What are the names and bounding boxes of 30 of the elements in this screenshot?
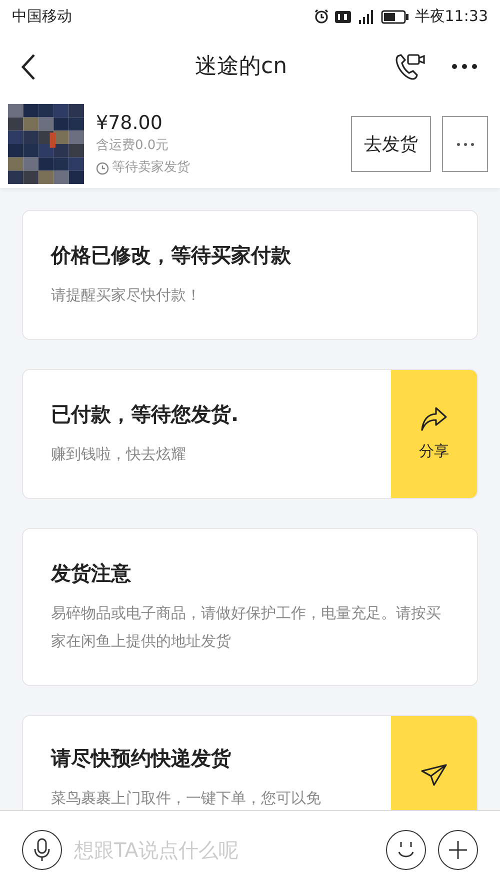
shipping-fee: 含运费0.0元 — [96, 137, 170, 156]
clock-icon — [96, 162, 109, 174]
back-icon — [20, 52, 36, 80]
battery-icon — [380, 10, 409, 24]
voice-button[interactable] — [22, 830, 62, 870]
order-status: 等待卖家发货 — [112, 159, 190, 178]
signal-icon — [356, 10, 375, 24]
hd-icon — [334, 10, 351, 22]
card-description: 菜鸟裹裹上门取件，一键下单，您可以免 — [51, 788, 322, 809]
card-description: 请提醒买家尽快付款！ — [51, 285, 202, 306]
plus-icon — [447, 838, 469, 860]
card-description: 易碎物品或电子商品，请做好保护工作，电量充足。请按买家在闲鱼上提供的地址发货 — [51, 603, 442, 652]
card-description: 赚到钱啦，快去炫耀 — [51, 444, 187, 465]
card-title: 已付款，等待您发货. — [51, 401, 240, 428]
add-button[interactable] — [438, 830, 478, 870]
card-title: 发货注意 — [51, 560, 132, 587]
card-title: 请尽快预约快递发货 — [51, 745, 232, 772]
emoji-button[interactable] — [386, 830, 426, 870]
more-options-button[interactable] — [442, 116, 488, 172]
share-icon — [420, 406, 448, 432]
card-title: 价格已修改，等待买家付款 — [51, 242, 292, 269]
carrier-name: 中国移动 — [12, 6, 72, 28]
ship-button[interactable]: 去发货 — [351, 116, 431, 172]
card-action-button[interactable]: 分享 — [391, 370, 477, 498]
clock-time: 半夜11:33 — [414, 6, 488, 28]
paper-plane-icon — [420, 763, 448, 787]
microphone-icon — [34, 838, 50, 862]
chat-title: 迷途的cn — [194, 53, 288, 81]
order-price: ¥78.00 — [96, 111, 164, 136]
alarm-icon — [314, 9, 329, 24]
